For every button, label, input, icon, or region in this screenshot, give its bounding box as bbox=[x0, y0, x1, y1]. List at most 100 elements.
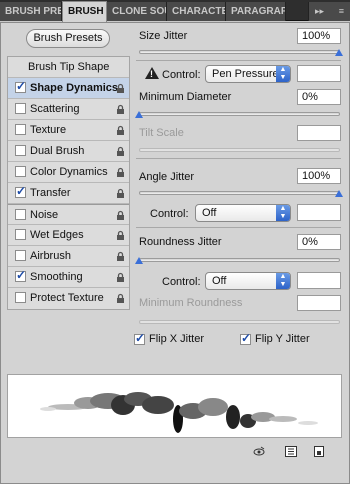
panel-menu-button[interactable]: ▸▸ ≡ bbox=[308, 2, 350, 21]
minimum-roundness-slider bbox=[139, 320, 340, 324]
angle-jitter-slider[interactable] bbox=[139, 191, 340, 195]
brush-presets-button[interactable]: Brush Presets bbox=[26, 29, 110, 48]
panel-tab-bar: BRUSH PRE BRUSH CLONE SOU CHARACTE PARAG… bbox=[0, 0, 350, 22]
list-item-dual-brush[interactable]: Dual Brush bbox=[8, 141, 129, 162]
list-item-transfer[interactable]: ✓ Transfer bbox=[8, 183, 129, 204]
wet-edges-checkbox[interactable] bbox=[15, 229, 26, 240]
tab-brush[interactable]: BRUSH bbox=[62, 1, 107, 22]
tab-character[interactable]: CHARACTE bbox=[167, 2, 226, 21]
list-item-brush-tip-shape[interactable]: Brush Tip Shape bbox=[8, 57, 129, 78]
lock-icon[interactable] bbox=[115, 188, 126, 199]
create-new-brush-icon[interactable] bbox=[313, 446, 325, 457]
lock-icon[interactable] bbox=[115, 210, 126, 221]
list-item-scattering[interactable]: Scattering bbox=[8, 99, 129, 120]
tilt-scale-field bbox=[297, 125, 341, 141]
roundness-jitter-slider-thumb[interactable] bbox=[135, 257, 143, 264]
lock-icon[interactable] bbox=[115, 230, 126, 241]
brush-editor-grid-icon[interactable] bbox=[285, 446, 297, 457]
divider bbox=[136, 158, 341, 159]
color-dynamics-checkbox[interactable] bbox=[15, 166, 26, 177]
texture-checkbox[interactable] bbox=[15, 124, 26, 135]
checkmark-icon: ✓ bbox=[241, 331, 252, 345]
list-item-label: Scattering bbox=[30, 103, 80, 115]
list-item-shape-dynamics[interactable]: ✓ Shape Dynamics bbox=[8, 78, 129, 99]
tilt-scale-label: Tilt Scale bbox=[139, 127, 184, 139]
roundness-jitter-field[interactable]: 0% bbox=[297, 234, 341, 250]
noise-checkbox[interactable] bbox=[15, 209, 26, 220]
tab-paragraph[interactable]: PARAGRAPH bbox=[226, 2, 286, 21]
lock-icon[interactable] bbox=[115, 293, 126, 304]
roundness-jitter-label: Roundness Jitter bbox=[139, 236, 222, 248]
minimum-diameter-slider-thumb[interactable] bbox=[135, 111, 143, 118]
roundness-control-field[interactable] bbox=[297, 272, 341, 289]
select-value: Off bbox=[202, 207, 217, 219]
flip-y-checkbox-box[interactable]: ✓ bbox=[240, 331, 252, 345]
flip-x-jitter-checkbox[interactable]: ✓ Flip X Jitter bbox=[134, 332, 234, 347]
divider bbox=[136, 227, 341, 228]
roundness-jitter-slider[interactable] bbox=[139, 258, 340, 262]
flip-x-jitter-label: Flip X Jitter bbox=[149, 333, 205, 345]
lock-icon[interactable] bbox=[115, 167, 126, 178]
select-arrows-icon: ▲ ▼ bbox=[276, 66, 290, 82]
brush-settings-list: Brush Tip Shape ✓ Shape Dynamics Scatter… bbox=[7, 56, 130, 310]
list-item-noise[interactable]: Noise bbox=[8, 204, 129, 225]
minimum-roundness-field bbox=[297, 295, 341, 311]
tilt-scale-slider bbox=[139, 148, 340, 152]
list-item-smoothing[interactable]: ✓ Smoothing bbox=[8, 267, 129, 288]
toggle-live-tip-preview-icon[interactable] bbox=[253, 446, 265, 457]
flip-y-jitter-checkbox[interactable]: ✓ Flip Y Jitter bbox=[240, 331, 340, 347]
lock-icon[interactable] bbox=[115, 104, 126, 115]
lock-icon[interactable] bbox=[115, 83, 126, 94]
list-item-label: Dual Brush bbox=[30, 145, 85, 157]
shape-dynamics-checkbox[interactable]: ✓ bbox=[15, 79, 27, 93]
list-item-label: Smoothing bbox=[30, 271, 83, 283]
protect-texture-checkbox[interactable] bbox=[15, 292, 26, 303]
list-item-wet-edges[interactable]: Wet Edges bbox=[8, 225, 129, 246]
airbrush-checkbox[interactable] bbox=[15, 250, 26, 261]
transfer-checkbox[interactable]: ✓ bbox=[15, 185, 26, 198]
size-control-select[interactable]: Pen Pressure ▲ ▼ bbox=[205, 65, 291, 83]
angle-jitter-label: Angle Jitter bbox=[139, 171, 195, 183]
list-item-airbrush[interactable]: Airbrush bbox=[8, 246, 129, 267]
select-arrows-icon: ▲ ▼ bbox=[276, 273, 290, 289]
divider bbox=[136, 60, 341, 61]
checkmark-icon: ✓ bbox=[16, 268, 27, 282]
size-jitter-slider[interactable] bbox=[139, 50, 340, 54]
flip-y-jitter-label: Flip Y Jitter bbox=[255, 333, 310, 345]
size-control-field[interactable] bbox=[297, 65, 341, 82]
lock-icon[interactable] bbox=[115, 272, 126, 283]
list-item-texture[interactable]: Texture bbox=[8, 120, 129, 141]
list-item-label: Noise bbox=[30, 209, 59, 221]
tab-clone-source[interactable]: CLONE SOU bbox=[107, 2, 167, 21]
lock-icon[interactable] bbox=[115, 125, 126, 136]
lock-icon[interactable] bbox=[115, 251, 126, 262]
flip-x-checkbox-box[interactable]: ✓ bbox=[134, 332, 145, 345]
minimum-roundness-label: Minimum Roundness bbox=[139, 297, 243, 309]
list-item-protect-texture[interactable]: Protect Texture bbox=[8, 288, 129, 309]
minimum-diameter-field[interactable]: 0% bbox=[297, 89, 341, 105]
list-item-label: Wet Edges bbox=[30, 229, 84, 241]
scattering-checkbox[interactable] bbox=[15, 103, 26, 114]
angle-control-field[interactable] bbox=[297, 204, 341, 221]
size-jitter-field[interactable]: 100% bbox=[297, 28, 341, 44]
tab-brush-presets[interactable]: BRUSH PRE bbox=[0, 2, 62, 21]
list-item-color-dynamics[interactable]: Color Dynamics bbox=[8, 162, 129, 183]
select-arrows-icon: ▲ ▼ bbox=[276, 205, 290, 221]
size-jitter-slider-thumb[interactable] bbox=[335, 49, 343, 56]
list-item-label: Shape Dynamics bbox=[30, 82, 119, 94]
list-item-label: Protect Texture bbox=[30, 292, 104, 304]
angle-jitter-slider-thumb[interactable] bbox=[335, 190, 343, 197]
list-item-label: Color Dynamics bbox=[30, 166, 108, 178]
list-item-label: Brush Tip Shape bbox=[28, 61, 110, 73]
minimum-diameter-slider[interactable] bbox=[139, 112, 340, 116]
angle-control-select[interactable]: Off ▲ ▼ bbox=[195, 204, 291, 222]
list-item-label: Transfer bbox=[30, 187, 71, 199]
smoothing-checkbox[interactable]: ✓ bbox=[15, 268, 27, 282]
checkmark-icon: ✓ bbox=[16, 79, 27, 93]
lock-icon[interactable] bbox=[115, 146, 126, 157]
roundness-control-select[interactable]: Off ▲ ▼ bbox=[205, 272, 291, 290]
size-control-label: Control: bbox=[162, 69, 201, 81]
dual-brush-checkbox[interactable] bbox=[15, 145, 26, 156]
double-chevron-icon: ▸▸ bbox=[315, 6, 325, 16]
angle-jitter-field[interactable]: 100% bbox=[297, 168, 341, 184]
